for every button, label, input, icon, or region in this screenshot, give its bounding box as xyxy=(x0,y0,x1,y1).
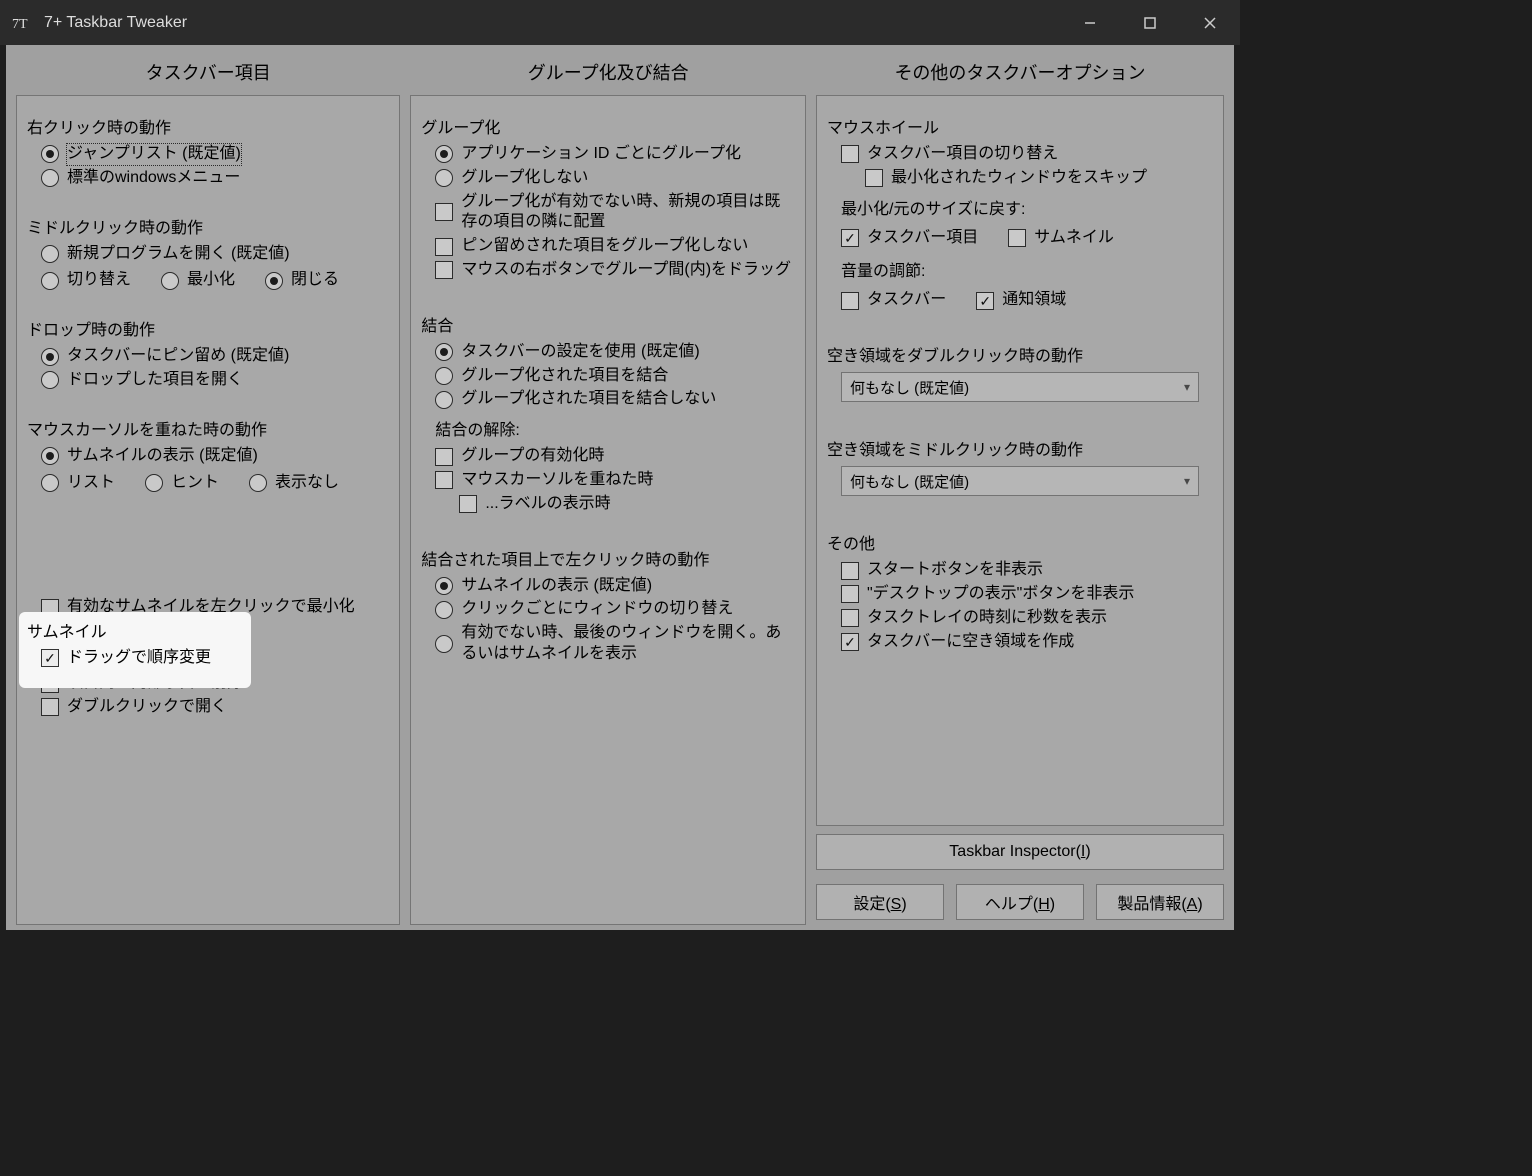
combo-dblclick-value: 何もなし (既定値) xyxy=(850,377,969,398)
radio-drop-open[interactable]: ドロップした項目を開く xyxy=(41,370,389,391)
col-title-mid: グループ化及び結合 xyxy=(410,59,806,85)
check-wheel-cycle[interactable]: タスクバー項目の切り替え xyxy=(841,144,1213,165)
check-tray-seconds[interactable]: タスクトレイの時刻に秒数を表示 xyxy=(841,608,1213,629)
check-hide-start[interactable]: スタートボタンを非表示 xyxy=(841,560,1213,581)
radio-combine-none[interactable]: グループ化された項目を結合しない xyxy=(435,389,795,410)
check-group-dont-pin[interactable]: ピン留めされた項目をグループ化しない xyxy=(435,236,795,257)
radio-lcc-cycle[interactable]: クリックごとにウィンドウの切り替え xyxy=(435,599,795,620)
label-wheel: マウスホイール xyxy=(827,114,1213,138)
radio-midclick-switch[interactable]: 切り替え xyxy=(41,270,131,291)
radio-hover-hint[interactable]: ヒント xyxy=(145,473,219,494)
label-right-click: 右クリック時の動作 xyxy=(27,114,389,138)
check-group-drag-right[interactable]: マウスの右ボタンでグループ間(内)をドラッグ xyxy=(435,260,795,281)
check-reserve-space[interactable]: タスクバーに空き領域を作成 xyxy=(841,632,1213,653)
check-vol-tray[interactable]: 通知領域 xyxy=(976,290,1066,311)
chevron-down-icon: ▾ xyxy=(1184,474,1190,488)
radio-midclick-close[interactable]: 閉じる xyxy=(265,270,339,291)
combo-midclick-empty[interactable]: 何もなし (既定値) ▾ xyxy=(841,466,1199,496)
radio-hover-list[interactable]: リスト xyxy=(41,473,115,494)
col-title-right: その他のタスクバーオプション xyxy=(816,59,1224,85)
label-dblclick-empty: 空き領域をダブルクリック時の動作 xyxy=(827,342,1213,366)
radio-hover-thumb[interactable]: サムネイルの表示 (既定値) xyxy=(41,446,389,467)
label-grouping: グループ化 xyxy=(421,114,795,138)
titlebar[interactable]: 7T 7+ Taskbar Tweaker xyxy=(0,0,1240,45)
label-decombine: 結合の解除: xyxy=(435,416,795,440)
radio-lcc-thumb[interactable]: サムネイルの表示 (既定値) xyxy=(435,576,795,597)
combo-midclick-value: 何もなし (既定値) xyxy=(850,471,969,492)
panel-grouping: グループ化 アプリケーション ID ごとにグループ化 グループ化しない グループ… xyxy=(410,95,806,925)
label-combine: 結合 xyxy=(421,312,795,336)
app-title: 7+ Taskbar Tweaker xyxy=(44,14,1060,32)
label-drop: ドロップ時の動作 xyxy=(27,316,389,340)
combo-dblclick-empty[interactable]: 何もなし (既定値) ▾ xyxy=(841,372,1199,402)
radio-drop-pin[interactable]: タスクバーにピン留め (既定値) xyxy=(41,346,389,367)
close-button[interactable] xyxy=(1180,0,1240,45)
check-minrestore-taskbar[interactable]: タスクバー項目 xyxy=(841,228,978,249)
label-middle-click: ミドルクリック時の動作 xyxy=(27,214,389,238)
about-button[interactable]: 製品情報(A) xyxy=(1096,884,1224,920)
panel-taskbar-items: 右クリック時の動作 ジャンプリスト (既定値) 標準のwindowsメニュー ミ… xyxy=(16,95,400,925)
radio-rightclick-standard[interactable]: 標準のwindowsメニュー xyxy=(41,168,389,189)
check-vol-taskbar[interactable]: タスクバー xyxy=(841,290,946,311)
check-decombine-label[interactable]: ...ラベルの表示時 xyxy=(459,494,795,515)
app-icon: 7T xyxy=(10,11,34,35)
check-wheel-skipmin[interactable]: 最小化されたウィンドウをスキップ xyxy=(865,168,1213,189)
label-minrestore: 最小化/元のサイズに戻す: xyxy=(841,195,1213,219)
radio-midclick-min[interactable]: 最小化 xyxy=(161,270,235,291)
maximize-button[interactable] xyxy=(1120,0,1180,45)
radio-rightclick-jumplist[interactable]: ジャンプリスト (既定値) xyxy=(41,144,389,165)
check-thumb-drag-reorder[interactable]: ドラッグで順序変更 xyxy=(41,648,243,669)
radio-combine-default[interactable]: タスクバーの設定を使用 (既定値) xyxy=(435,342,795,363)
settings-button[interactable]: 設定(S) xyxy=(816,884,944,920)
radio-group-appid[interactable]: アプリケーション ID ごとにグループ化 xyxy=(435,144,795,165)
label-hover: マウスカーソルを重ねた時の動作 xyxy=(27,416,389,440)
radio-midclick-new[interactable]: 新規プログラムを開く (既定値) xyxy=(41,244,389,265)
check-group-place-next[interactable]: グループ化が有効でない時、新規の項目は既存の項目の隣に配置 xyxy=(435,192,795,234)
radio-group-none[interactable]: グループ化しない xyxy=(435,168,795,189)
label-leftclick-combined: 結合された項目上で左クリック時の動作 xyxy=(421,546,795,570)
app-window: 7T 7+ Taskbar Tweaker タスクバー項目 右クリック時の動作 … xyxy=(0,0,1240,940)
radio-lcc-last[interactable]: 有効でない時、最後のウィンドウを開く。あるいはサムネイルを表示 xyxy=(435,623,795,665)
radio-combine-grouped[interactable]: グループ化された項目を結合 xyxy=(435,366,795,387)
client-area: タスクバー項目 右クリック時の動作 ジャンプリスト (既定値) 標準のwindo… xyxy=(6,45,1234,930)
label-thumbnails: サムネイル xyxy=(27,618,243,642)
help-button[interactable]: ヘルプ(H) xyxy=(956,884,1084,920)
check-decombine-active[interactable]: グループの有効化時 xyxy=(435,446,795,467)
panel-other-options: マウスホイール タスクバー項目の切り替え 最小化されたウィンドウをスキップ 最小… xyxy=(816,95,1224,826)
taskbar-inspector-button[interactable]: Taskbar Inspector(I) xyxy=(816,834,1224,870)
label-midclick-empty: 空き領域をミドルクリック時の動作 xyxy=(827,436,1213,460)
radio-hover-none[interactable]: 表示なし xyxy=(249,473,339,494)
label-volume: 音量の調節: xyxy=(841,257,1213,281)
minimize-button[interactable] xyxy=(1060,0,1120,45)
highlight-thumbnails: サムネイル ドラッグで順序変更 xyxy=(19,612,251,688)
check-minrestore-thumb[interactable]: サムネイル xyxy=(1008,228,1114,249)
check-pinned-dblclick[interactable]: ダブルクリックで開く xyxy=(41,697,389,718)
check-decombine-hover[interactable]: マウスカーソルを重ねた時 xyxy=(435,470,795,491)
chevron-down-icon: ▾ xyxy=(1184,380,1190,394)
svg-text:7T: 7T xyxy=(12,17,28,32)
label-other: その他 xyxy=(827,530,1213,554)
col-title-left: タスクバー項目 xyxy=(16,59,400,85)
check-hide-showdesk[interactable]: "デスクトップの表示"ボタンを非表示 xyxy=(841,584,1213,605)
